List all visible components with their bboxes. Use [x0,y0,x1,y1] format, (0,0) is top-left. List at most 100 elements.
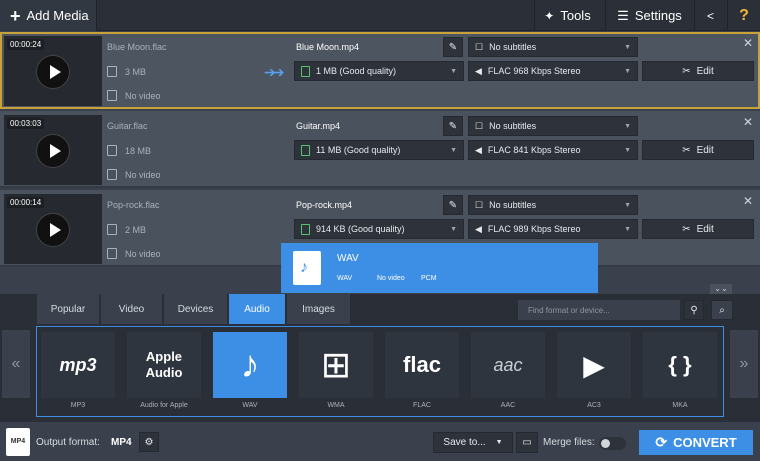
format-label-aac: AAC [500,402,516,409]
menu-icon: ☰ [617,7,629,23]
edit-button[interactable]: ✂ Edit [642,140,754,160]
remove-file-button[interactable]: ✕ [743,36,753,50]
search-icon[interactable]: ⚲ [684,300,704,320]
tooltip-video: No video [377,275,405,282]
share-button[interactable]: < [694,0,726,31]
tab-popular[interactable]: Popular [37,294,100,324]
source-size: 2 MB [107,224,146,235]
audio-track-dropdown[interactable]: ◀ FLAC 989 Kbps Stereo ▼ [468,219,638,239]
save-to-dropdown[interactable]: Save to... ▼ [433,432,513,453]
file-thumbnail[interactable]: 00:00:24 [4,36,102,106]
format-label-mka: MKA [672,402,688,409]
merge-files-toggle[interactable] [599,437,626,450]
tab-audio[interactable]: Audio [229,294,286,324]
no-video-icon [107,169,117,180]
plus-icon: + [10,5,21,26]
edit-button[interactable]: ✂ Edit [642,219,754,239]
collapse-panel-button[interactable]: ⌄⌄ [710,284,732,294]
format-label-apple-audio: Audio for Apple [140,402,188,409]
audio-track-dropdown[interactable]: ◀ FLAC 968 Kbps Stereo ▼ [468,61,638,81]
no-video-icon [107,90,117,101]
format-tile-apple-audio[interactable]: Apple Audio [127,332,201,398]
duration-badge: 00:00:14 [7,197,45,208]
remove-file-button[interactable]: ✕ [743,194,753,208]
format-tile-wav[interactable]: ♪ [213,332,287,398]
output-filename[interactable]: Blue Moon.mp4 [296,42,359,52]
help-button[interactable]: ? [727,0,760,31]
chevron-down-icon: ▼ [450,225,457,233]
duration-badge: 00:00:24 [7,39,45,50]
settings-label: Settings [634,8,682,23]
chevron-down-icon: ▼ [624,146,631,154]
chevron-down-icon: ▼ [624,43,631,51]
source-video: No video [107,248,161,259]
file-icon [301,223,310,235]
tab-devices[interactable]: Devices [164,294,228,324]
format-label-mp3: MP3 [70,402,86,409]
audio-track-dropdown[interactable]: ◀ FLAC 841 Kbps Stereo ▼ [468,140,638,160]
output-size-dropdown[interactable]: 11 MB (Good quality) ▼ [294,140,464,160]
format-tile-mka[interactable]: { } [643,332,717,398]
no-video-icon [107,248,117,259]
scroll-right-button[interactable]: » [730,330,758,398]
rename-pencil-icon[interactable]: ✎ [443,37,463,57]
format-tile-wma[interactable]: ⊞ [299,332,373,398]
edit-button[interactable]: ✂ Edit [642,61,754,81]
tools-button[interactable]: ✦ Tools [534,0,600,31]
output-filename[interactable]: Guitar.mp4 [296,121,340,131]
file-icon [301,144,310,156]
magic-wand-icon: ✦ [544,8,555,23]
tooltip-title: WAV [337,253,359,264]
output-format-value[interactable]: MP4 [111,437,132,448]
file-thumbnail[interactable]: 00:03:03 [4,115,102,185]
format-search-input[interactable]: Find format or device... [518,300,680,320]
format-tile-ac3[interactable]: ▶ [557,332,631,398]
chevron-down-icon: ▼ [624,122,631,130]
subtitles-dropdown[interactable]: ☐ No subtitles ▼ [468,116,638,136]
format-label-wma: WMA [327,402,345,409]
settings-button[interactable]: ☰ Settings [605,0,693,31]
convert-button[interactable]: ⟳ CONVERT [639,430,753,455]
speaker-icon: ◀ [475,65,482,76]
scissors-icon: ✂ [682,144,691,156]
output-filename[interactable]: Pop-rock.mp4 [296,200,352,210]
tooltip-codec: PCM [421,275,437,282]
source-video: No video [107,90,161,101]
gear-icon[interactable]: ⚙ [139,432,159,452]
tooltip-format: WAV [337,275,353,282]
chevron-down-icon: ▼ [624,201,631,209]
mp4-format-icon: MP4 [6,428,30,456]
rename-pencil-icon[interactable]: ✎ [443,116,463,136]
tools-label: Tools [560,8,591,23]
chevron-down-icon: ▼ [624,225,631,233]
scroll-left-button[interactable]: « [2,330,30,398]
tab-video[interactable]: Video [101,294,163,324]
play-icon[interactable] [36,134,70,168]
scissors-icon: ✂ [682,223,691,235]
add-media-label: Add Media [26,8,89,23]
play-icon[interactable] [36,55,70,89]
file-icon [301,65,310,77]
speech-bubble-icon: ☐ [475,120,484,131]
source-filename: Pop-rock.flac [107,200,160,210]
speech-bubble-icon: ☐ [475,199,484,210]
play-icon[interactable] [36,213,70,247]
duration-badge: 00:03:03 [7,118,45,129]
speaker-icon: ◀ [475,144,482,155]
subtitles-dropdown[interactable]: ☐ No subtitles ▼ [468,195,638,215]
output-size-dropdown[interactable]: 1 MB (Good quality) ▼ [294,61,464,81]
rename-pencil-icon[interactable]: ✎ [443,195,463,215]
remove-file-button[interactable]: ✕ [743,115,753,129]
tab-images[interactable]: Images [287,294,351,324]
format-tile-flac[interactable]: flac [385,332,459,398]
device-search-icon[interactable]: ⌕ [711,300,733,320]
format-tile-aac[interactable]: aac [471,332,545,398]
subtitles-dropdown[interactable]: ☐ No subtitles ▼ [468,37,638,57]
file-thumbnail[interactable]: 00:00:14 [4,194,102,264]
output-size-dropdown[interactable]: 914 KB (Good quality) ▼ [294,219,464,239]
format-tile-mp3[interactable]: mp3 [41,332,115,398]
add-media-button[interactable]: + Add Media [0,0,97,31]
folder-icon[interactable]: ▭ [516,432,538,453]
output-format-label: Output format: [36,437,100,448]
source-filename: Blue Moon.flac [107,42,167,52]
